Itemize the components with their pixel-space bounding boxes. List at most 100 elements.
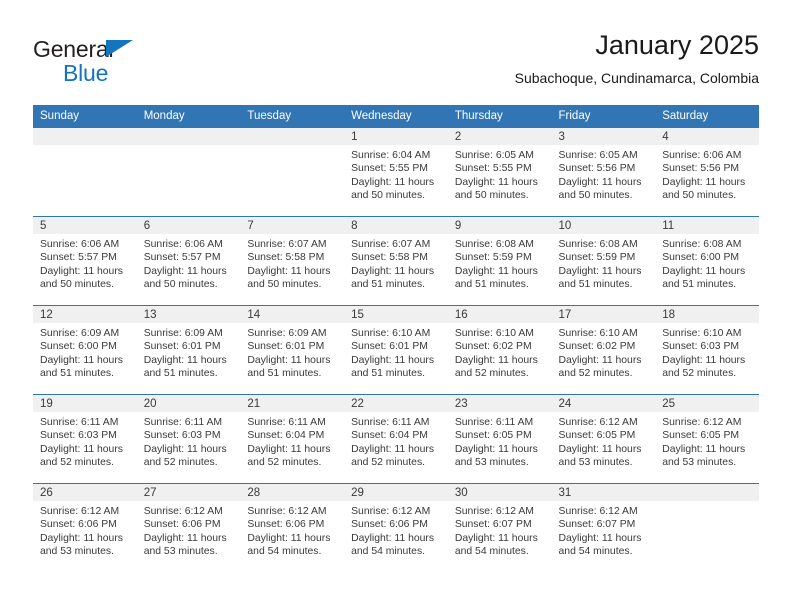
daylight-text-line2: and 52 minutes. [454, 368, 529, 380]
daylight-text-line1: Daylight: 11 hours [247, 354, 331, 366]
calendar-day-cell[interactable]: 13 Sunrise: 6:09 AM Sunset: 6:01 PM Dayligh… [136, 305, 241, 395]
day-number: 8 [344, 217, 448, 234]
daylight-text-line1: Daylight: 11 hours [351, 532, 435, 544]
sunset-text: Sunset: 6:02 PM [454, 341, 532, 353]
calendar-day-cell[interactable]: 30 Sunrise: 6:12 AM Sunset: 6:07 PM Dayligh… [447, 483, 552, 573]
sunset-text: Sunset: 6:05 PM [454, 430, 532, 442]
day-number: 4 [655, 128, 759, 145]
calendar-day-cell[interactable]: 19 Sunrise: 6:11 AM Sunset: 6:03 PM Dayligh… [33, 394, 137, 484]
day-details: Sunrise: 6:11 AM Sunset: 6:05 PM Daylight:… [448, 412, 552, 470]
calendar-day-cell[interactable]: 9 Sunrise: 6:08 AM Sunset: 5:59 PM Daylight… [447, 216, 552, 306]
sunset-text: Sunset: 6:01 PM [247, 341, 325, 353]
calendar-day-cell[interactable]: 16 Sunrise: 6:10 AM Sunset: 6:02 PM Dayligh… [447, 305, 552, 395]
daylight-text-line2: and 54 minutes. [247, 546, 322, 558]
sunset-text: Sunset: 5:59 PM [558, 252, 636, 264]
sunset-text: Sunset: 6:06 PM [40, 519, 117, 531]
calendar-week-row: 26 Sunrise: 6:12 AM Sunset: 6:06 PM Dayligh… [33, 483, 759, 573]
day-details: Sunrise: 6:10 AM Sunset: 6:02 PM Daylight:… [448, 323, 552, 381]
day-number: 14 [240, 306, 345, 323]
day-details: Sunrise: 6:12 AM Sunset: 6:06 PM Daylight:… [33, 501, 137, 559]
daylight-text-line2: and 50 minutes. [558, 190, 633, 202]
day-details: Sunrise: 6:10 AM Sunset: 6:02 PM Daylight:… [552, 323, 656, 381]
sunrise-text: Sunrise: 6:12 AM [351, 506, 431, 517]
day-details: Sunrise: 6:12 AM Sunset: 6:05 PM Daylight:… [655, 412, 759, 470]
daylight-text-line2: and 54 minutes. [454, 546, 529, 558]
sunset-text: Sunset: 5:57 PM [40, 252, 117, 264]
sunrise-text: Sunrise: 6:08 AM [454, 239, 534, 250]
calendar-day-cell[interactable]: 26 Sunrise: 6:12 AM Sunset: 6:06 PM Dayligh… [33, 483, 137, 573]
calendar-day-cell[interactable]: 23 Sunrise: 6:11 AM Sunset: 6:05 PM Dayligh… [447, 394, 552, 484]
calendar-day-cell[interactable]: 7 Sunrise: 6:07 AM Sunset: 5:58 PM Daylight… [240, 216, 345, 306]
day-details: Sunrise: 6:08 AM Sunset: 6:00 PM Daylight:… [655, 234, 759, 292]
sunrise-text: Sunrise: 6:11 AM [454, 417, 534, 428]
calendar-day-cell[interactable]: 1 Sunrise: 6:04 AM Sunset: 5:55 PM Daylight… [344, 127, 448, 217]
day-number: 25 [655, 395, 759, 412]
calendar-day-cell[interactable]: 24 Sunrise: 6:12 AM Sunset: 6:05 PM Dayligh… [551, 394, 656, 484]
calendar-day-cell[interactable]: 28 Sunrise: 6:12 AM Sunset: 6:06 PM Dayligh… [240, 483, 345, 573]
brand-text-general: General [33, 36, 114, 62]
calendar-body: 1 Sunrise: 6:04 AM Sunset: 5:55 PM Daylight… [33, 127, 759, 573]
calendar-day-cell[interactable]: 18 Sunrise: 6:10 AM Sunset: 6:03 PM Dayligh… [655, 305, 759, 395]
calendar-day-cell[interactable]: 21 Sunrise: 6:11 AM Sunset: 6:04 PM Dayligh… [240, 394, 345, 484]
sunset-text: Sunset: 6:00 PM [662, 252, 740, 264]
sunset-text: Sunset: 6:01 PM [143, 341, 221, 353]
brand-logo[interactable]: General Blue [33, 36, 253, 92]
sunrise-text: Sunrise: 6:12 AM [454, 506, 534, 517]
daylight-text-line2: and 53 minutes. [40, 546, 114, 558]
day-number: 11 [655, 217, 759, 234]
sunrise-text: Sunrise: 6:11 AM [40, 417, 119, 428]
sunset-text: Sunset: 5:56 PM [662, 163, 740, 175]
calendar-week-row: 19 Sunrise: 6:11 AM Sunset: 6:03 PM Dayligh… [33, 394, 759, 484]
calendar-day-cell[interactable]: 12 Sunrise: 6:09 AM Sunset: 6:00 PM Dayligh… [33, 305, 137, 395]
calendar-day-cell[interactable]: 6 Sunrise: 6:06 AM Sunset: 5:57 PM Daylight… [136, 216, 241, 306]
daylight-text-line1: Daylight: 11 hours [143, 354, 227, 366]
page-subtitle: Subachoque, Cundinamarca, Colombia [514, 70, 759, 86]
calendar-day-cell[interactable]: 3 Sunrise: 6:05 AM Sunset: 5:56 PM Daylight… [551, 127, 656, 217]
calendar-day-cell[interactable]: 15 Sunrise: 6:10 AM Sunset: 6:01 PM Dayligh… [344, 305, 448, 395]
day-details: Sunrise: 6:05 AM Sunset: 5:56 PM Daylight:… [552, 145, 656, 203]
sunset-text: Sunset: 6:03 PM [143, 430, 221, 442]
calendar-week-row: 12 Sunrise: 6:09 AM Sunset: 6:00 PM Dayligh… [33, 305, 759, 395]
calendar-day-cell[interactable]: 5 Sunrise: 6:06 AM Sunset: 5:57 PM Daylight… [33, 216, 137, 306]
calendar-day-cell[interactable]: 31 Sunrise: 6:12 AM Sunset: 6:07 PM Dayligh… [551, 483, 656, 573]
calendar-day-cell[interactable]: 8 Sunrise: 6:07 AM Sunset: 5:58 PM Daylight… [344, 216, 448, 306]
daylight-text-line2: and 53 minutes. [662, 457, 737, 469]
calendar-day-cell[interactable]: 29 Sunrise: 6:12 AM Sunset: 6:06 PM Dayligh… [344, 483, 448, 573]
daylight-text-line2: and 51 minutes. [558, 279, 633, 291]
day-number: 12 [33, 306, 137, 323]
calendar-day-cell[interactable]: 17 Sunrise: 6:10 AM Sunset: 6:02 PM Dayligh… [551, 305, 656, 395]
daylight-text-line2: and 50 minutes. [40, 279, 114, 291]
calendar-week-row: 5 Sunrise: 6:06 AM Sunset: 5:57 PM Daylight… [33, 216, 759, 306]
sunrise-text: Sunrise: 6:04 AM [351, 150, 431, 161]
day-number [136, 128, 241, 145]
daylight-text-line2: and 52 minutes. [143, 457, 218, 469]
daylight-text-line2: and 50 minutes. [351, 190, 426, 202]
day-number: 26 [33, 484, 137, 501]
daylight-text-line1: Daylight: 11 hours [247, 265, 331, 277]
calendar-day-cell[interactable]: 14 Sunrise: 6:09 AM Sunset: 6:01 PM Dayligh… [240, 305, 345, 395]
daylight-text-line2: and 51 minutes. [247, 368, 322, 380]
day-details: Sunrise: 6:11 AM Sunset: 6:04 PM Daylight:… [240, 412, 344, 470]
calendar-day-cell[interactable]: 27 Sunrise: 6:12 AM Sunset: 6:06 PM Dayligh… [136, 483, 241, 573]
calendar-day-cell[interactable]: 10 Sunrise: 6:08 AM Sunset: 5:59 PM Dayligh… [551, 216, 656, 306]
day-number: 18 [655, 306, 759, 323]
daylight-text-line2: and 51 minutes. [662, 279, 737, 291]
daylight-text-line1: Daylight: 11 hours [143, 532, 227, 544]
day-number: 17 [551, 306, 656, 323]
daylight-text-line2: and 51 minutes. [454, 279, 529, 291]
calendar-week-row: 1 Sunrise: 6:04 AM Sunset: 5:55 PM Daylight… [33, 127, 759, 217]
calendar-day-cell[interactable]: 20 Sunrise: 6:11 AM Sunset: 6:03 PM Dayligh… [136, 394, 241, 484]
calendar-day-cell[interactable]: 22 Sunrise: 6:11 AM Sunset: 6:04 PM Dayligh… [344, 394, 448, 484]
daylight-text-line2: and 50 minutes. [662, 190, 737, 202]
sunrise-text: Sunrise: 6:12 AM [558, 417, 638, 428]
day-details: Sunrise: 6:12 AM Sunset: 6:06 PM Daylight:… [344, 501, 448, 559]
sunset-text: Sunset: 6:05 PM [662, 430, 740, 442]
sunset-text: Sunset: 6:07 PM [454, 519, 532, 531]
daylight-text-line1: Daylight: 11 hours [40, 265, 123, 277]
calendar-day-cell[interactable]: 4 Sunrise: 6:06 AM Sunset: 5:56 PM Daylight… [655, 127, 759, 217]
day-details: Sunrise: 6:12 AM Sunset: 6:06 PM Daylight:… [137, 501, 241, 559]
calendar-day-cell[interactable]: 25 Sunrise: 6:12 AM Sunset: 6:05 PM Dayligh… [655, 394, 759, 484]
daylight-text-line1: Daylight: 11 hours [454, 443, 538, 455]
calendar-day-cell[interactable]: 2 Sunrise: 6:05 AM Sunset: 5:55 PM Daylight… [447, 127, 552, 217]
calendar-day-cell[interactable]: 11 Sunrise: 6:08 AM Sunset: 6:00 PM Dayligh… [655, 216, 759, 306]
